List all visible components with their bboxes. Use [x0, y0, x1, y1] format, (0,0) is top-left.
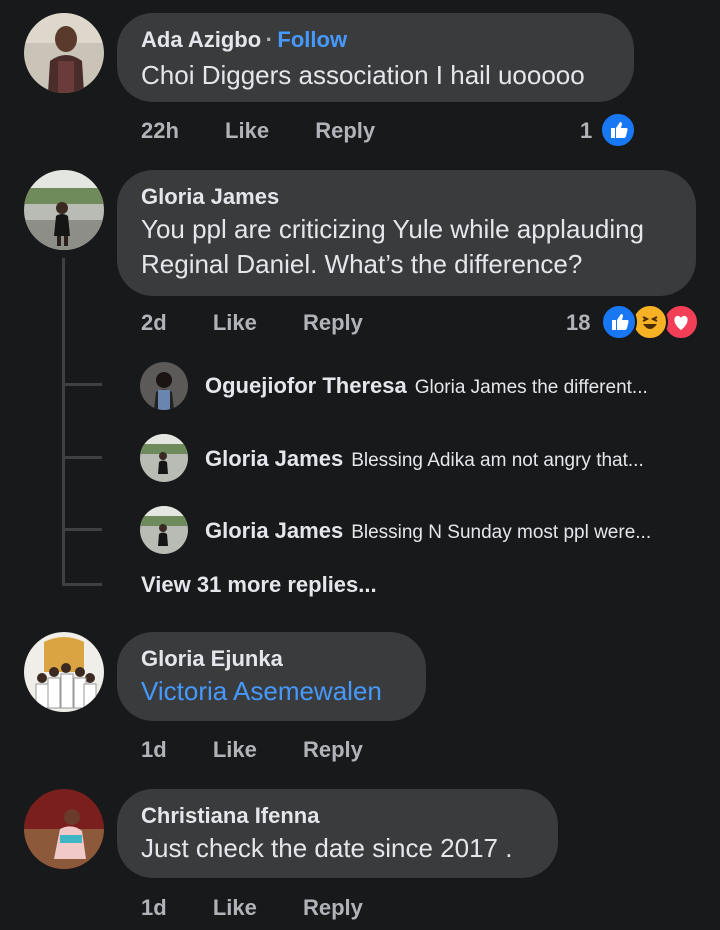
timestamp[interactable]: 22h: [141, 118, 179, 143]
love-icon: [663, 304, 699, 340]
avatar[interactable]: [24, 170, 104, 250]
reply-author[interactable]: Gloria James: [205, 518, 343, 543]
thread-connector: [62, 383, 102, 386]
reply-snippet: Gloria James the different...: [414, 377, 648, 398]
separator-dot: ·: [265, 27, 273, 52]
like-button[interactable]: Like: [225, 118, 269, 143]
reply-snippet: Blessing N Sunday most ppl were...: [351, 522, 652, 543]
reaction-count[interactable]: 18: [566, 310, 590, 336]
like-button[interactable]: Like: [213, 737, 257, 762]
commenter-name[interactable]: Gloria Ejunka: [141, 644, 402, 674]
commenter-name[interactable]: Gloria James: [141, 182, 672, 212]
reply-snippet: Blessing Adika am not angry that...: [351, 450, 644, 471]
reply-avatar[interactable]: [140, 362, 188, 410]
reply-button[interactable]: Reply: [303, 895, 363, 920]
tagged-user-link[interactable]: Victoria Asemewalen: [141, 674, 402, 709]
follow-button[interactable]: Follow: [277, 27, 347, 52]
comment-bubble[interactable]: Ada Azigbo · Follow Choi Diggers associa…: [117, 13, 634, 102]
commenter-name[interactable]: Christiana Ifenna: [141, 801, 534, 831]
like-icon: [600, 112, 636, 148]
avatar[interactable]: [24, 789, 104, 869]
comment-bubble[interactable]: Christiana Ifenna Just check the date si…: [117, 789, 558, 878]
timestamp[interactable]: 1d: [141, 737, 167, 762]
comment-text: Choi Diggers association I hail uooooo: [141, 60, 585, 90]
thread-connector: [62, 583, 102, 586]
timestamp[interactable]: 2d: [141, 310, 167, 335]
thread-connector: [62, 528, 102, 531]
reply-author[interactable]: Oguejiofor Theresa: [205, 373, 407, 398]
comment-actions: 1d Like Reply: [141, 895, 403, 921]
reply-button[interactable]: Reply: [303, 310, 363, 335]
timestamp[interactable]: 1d: [141, 895, 167, 920]
thread-line: [62, 258, 65, 586]
like-button[interactable]: Like: [213, 895, 257, 920]
thread-connector: [62, 456, 102, 459]
reply-item[interactable]: Gloria James Blessing Adika am not angry …: [205, 446, 644, 472]
comment-text-line-1: You ppl are criticizing Yule while appla…: [141, 214, 645, 244]
comment-bubble[interactable]: Gloria James You ppl are criticizing Yul…: [117, 170, 696, 296]
like-icon: [601, 304, 637, 340]
reply-button[interactable]: Reply: [315, 118, 375, 143]
reply-avatar[interactable]: [140, 434, 188, 482]
reply-author[interactable]: Gloria James: [205, 446, 343, 471]
avatar[interactable]: [24, 632, 104, 712]
commenter-name[interactable]: Ada Azigbo: [141, 27, 261, 52]
reply-avatar[interactable]: [140, 506, 188, 554]
comment-bubble[interactable]: Gloria Ejunka Victoria Asemewalen: [117, 632, 426, 721]
avatar[interactable]: [24, 13, 104, 93]
like-button[interactable]: Like: [213, 310, 257, 335]
reaction-count[interactable]: 1: [580, 118, 592, 144]
comment-text-line-2: Reginal Daniel. What’s the difference?: [141, 249, 583, 279]
reply-button[interactable]: Reply: [303, 737, 363, 762]
comment-actions: 22h Like Reply: [141, 118, 415, 144]
comment-actions: 1d Like Reply: [141, 737, 403, 763]
comment-text: Just check the date since 2017 .: [141, 833, 513, 863]
comment-actions: 2d Like Reply: [141, 310, 403, 336]
reply-item[interactable]: Gloria James Blessing N Sunday most ppl w…: [205, 518, 651, 544]
haha-icon: [632, 304, 668, 340]
view-more-replies-link[interactable]: View 31 more replies...: [141, 572, 377, 598]
reply-item[interactable]: Oguejiofor Theresa Gloria James the diffe…: [205, 373, 648, 399]
